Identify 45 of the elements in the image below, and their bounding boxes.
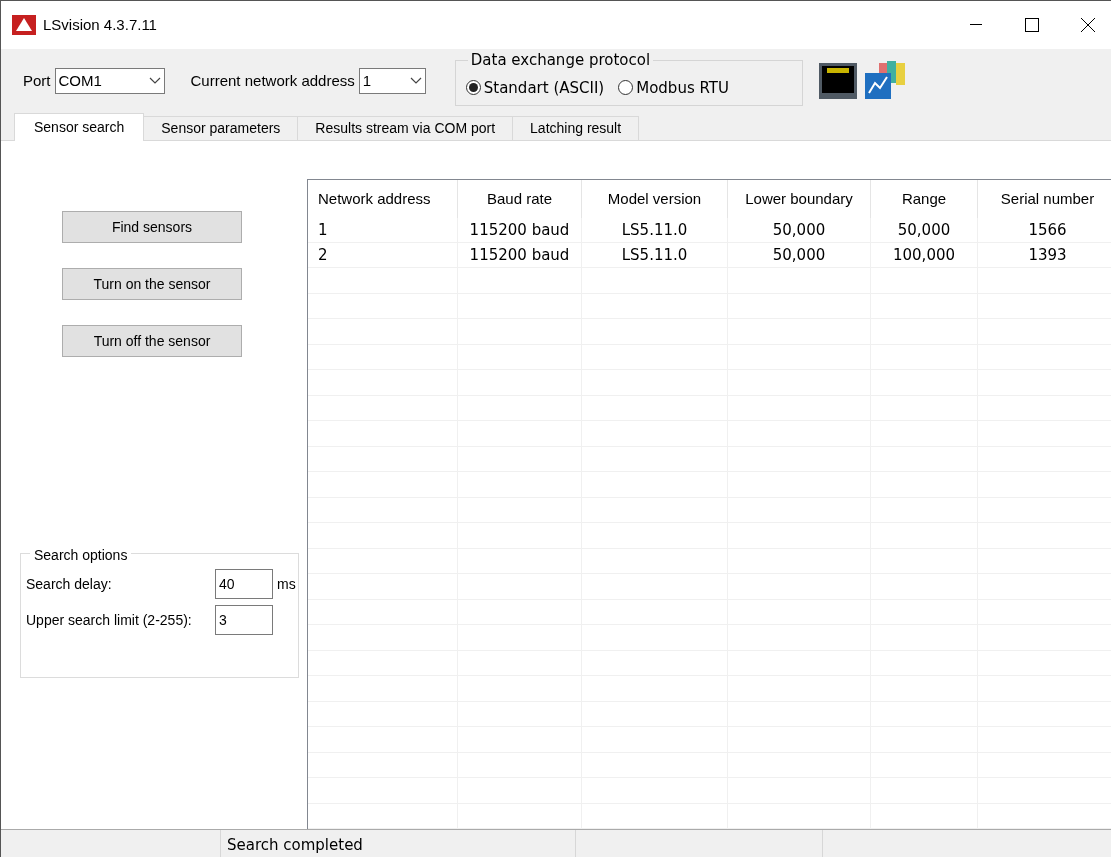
network-port-icon: [818, 63, 857, 99]
table-cell-text: 1566: [1028, 219, 1067, 241]
chevron-icon: [148, 77, 161, 85]
table-cell-text: 1: [318, 219, 328, 241]
protocol-radio[interactable]: Standart (ASCII): [465, 76, 605, 99]
window-title: LSvision 4.3.7.11: [43, 14, 157, 35]
tab[interactable]: Latching result: [513, 116, 640, 140]
status-text: Search completed: [227, 834, 363, 856]
port-dropdown[interactable]: COM1: [54, 68, 165, 94]
column-header[interactable]: Range: [871, 180, 978, 218]
column-header[interactable]: Serial number: [978, 180, 1111, 218]
tab[interactable]: Sensor search: [14, 113, 145, 141]
action-button[interactable]: Turn off the sensor: [62, 325, 242, 357]
table-cell-text: 115200 baud: [469, 219, 570, 241]
column-header[interactable]: Model version: [582, 180, 728, 218]
close-icon: [1081, 18, 1095, 32]
tab[interactable]: Results stream via COM port: [298, 116, 514, 140]
table-cell-text: 2: [318, 244, 328, 266]
table-cell-text: 1393: [1028, 244, 1067, 266]
address-label: Current network address: [190, 70, 355, 91]
minimize-icon: [970, 24, 982, 26]
address-dropdown[interactable]: 1: [358, 68, 426, 94]
table-cell-text: 115200 baud: [469, 244, 570, 266]
column-header[interactable]: Baud rate: [458, 180, 582, 218]
limit-input[interactable]: 3: [215, 605, 273, 635]
delay-label: Search delay:: [26, 574, 113, 594]
chevron-icon: [409, 77, 422, 85]
table-cell-text: LS5.11.0: [621, 219, 688, 241]
delay-input[interactable]: 40: [215, 569, 273, 599]
protocol-radio[interactable]: Modbus RTU: [618, 76, 729, 99]
tab[interactable]: Sensor parameters: [144, 116, 299, 140]
action-button[interactable]: Find sensors: [62, 211, 242, 243]
column-header[interactable]: Lower boundary: [728, 180, 871, 218]
action-button[interactable]: Turn on the sensor: [62, 268, 242, 300]
table-cell-text: 50,000: [897, 219, 951, 241]
table-cell-text: LS5.11.0: [621, 244, 688, 266]
column-header[interactable]: Network address: [308, 180, 458, 218]
limit-label: Upper search limit (2-255):: [26, 610, 193, 630]
port-label: Port: [23, 70, 51, 91]
delay-unit: ms: [277, 574, 296, 594]
app-logo-icon: [12, 15, 36, 35]
maximize-icon: [1025, 18, 1039, 32]
table-cell-text: 50,000: [772, 219, 826, 241]
table-cell-text: 50,000: [772, 244, 826, 266]
table-cell-text: 100,000: [893, 244, 955, 266]
